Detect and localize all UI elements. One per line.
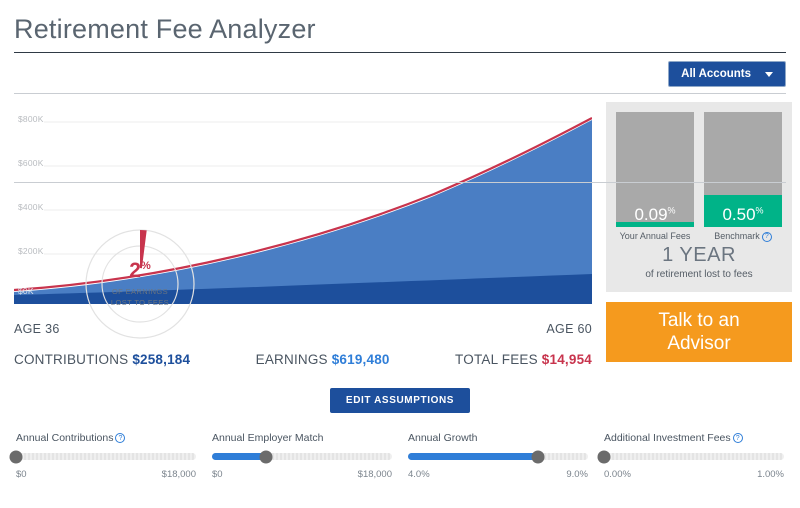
chevron-down-icon <box>765 71 773 77</box>
your-fees-caption: Your Annual Fees <box>619 231 691 241</box>
your-fees-column: 0.09% Your Annual Fees <box>616 112 694 242</box>
slider-min-label: 4.0% <box>408 469 430 480</box>
slider-thumb[interactable] <box>9 450 23 463</box>
slider-thumb[interactable] <box>531 450 545 463</box>
summary-metrics: CONTRIBUTIONS $258,184 EARNINGS $619,480… <box>14 352 592 367</box>
your-fees-bar: 0.09% <box>616 112 694 227</box>
slider-max-label: $18,000 <box>161 469 196 480</box>
y-axis-tick: $200K <box>18 246 44 256</box>
slider-max-label: $18,000 <box>357 469 392 480</box>
page-title: Retirement Fee Analyzer <box>14 14 316 44</box>
slider-annual-contributions: Annual Contributions? $0 $18,000 <box>8 432 204 480</box>
metric-earnings: EARNINGS $619,480 <box>255 352 390 367</box>
slider-track[interactable] <box>408 450 588 463</box>
y-axis-tick: $600K <box>18 158 44 168</box>
benchmark-bar: 0.50% <box>704 112 782 227</box>
slider-range: $0 $18,000 <box>16 469 196 480</box>
slider-thumb[interactable] <box>259 450 273 463</box>
slider-label: Annual Contributions? <box>16 432 196 444</box>
slider-track[interactable] <box>212 450 392 463</box>
metric-total-fees-value: $14,954 <box>541 352 592 367</box>
talk-to-advisor-button[interactable]: Talk to an Advisor <box>606 302 792 362</box>
metric-total-fees: TOTAL FEES $14,954 <box>455 352 592 367</box>
fee-subtext: of retirement lost to fees <box>645 269 753 280</box>
metric-earnings-value: $619,480 <box>331 352 390 367</box>
slider-min-label: $0 <box>16 469 27 480</box>
slider-additional-investment-fees: Additional Investment Fees? 0.00% 1.00% <box>596 432 792 480</box>
fee-headline: 1 YEAR <box>662 244 736 266</box>
age-axis-labels: AGE 36 AGE 60 <box>14 322 592 336</box>
slider-annual-employer-match: Annual Employer Match $0 $18,000 <box>204 432 400 480</box>
benchmark-help-icon[interactable]: ? <box>761 231 772 242</box>
benchmark-caption: Benchmark? <box>704 231 782 242</box>
donut-caption: OF EARNINGS LOST TO FEES <box>110 287 170 307</box>
advisor-button-text: Talk to an Advisor <box>658 310 740 354</box>
donut-percent: 2% <box>129 259 151 282</box>
fee-bars: 0.09% Your Annual Fees 0.50% Benchmark? <box>616 112 782 242</box>
slider-range: 0.00% 1.00% <box>604 469 784 480</box>
main-content: $800K $600K $400K $200K $0K 2% OF EARNIN… <box>0 94 800 384</box>
slider-label: Additional Investment Fees? <box>604 432 784 444</box>
y-axis-tick: $0K <box>18 286 34 296</box>
slider-label: Annual Growth <box>408 432 478 444</box>
slider-max-label: 1.00% <box>757 469 784 480</box>
fee-comparison-panel: 0.09% Your Annual Fees 0.50% Benchmark? … <box>606 102 792 292</box>
annual-contributions-help-icon[interactable]: ? <box>115 433 126 444</box>
slider-fill <box>408 453 538 460</box>
all-accounts-label: All Accounts <box>681 68 751 80</box>
slider-track[interactable] <box>597 450 784 463</box>
retirement-fee-analyzer-page: Retirement Fee Analyzer All Accounts $80… <box>0 0 800 508</box>
slider-annual-growth: Annual Growth 4.0% 9.0% <box>400 432 596 480</box>
slider-track[interactable] <box>9 450 196 463</box>
metric-contributions-value: $258,184 <box>132 352 191 367</box>
slider-thumb[interactable] <box>597 450 611 463</box>
y-axis-tick: $400K <box>18 202 44 212</box>
edit-assumptions-button[interactable]: EDIT ASSUMPTIONS <box>329 388 471 413</box>
age-start-label: AGE 36 <box>14 322 60 336</box>
slider-range: $0 $18,000 <box>212 469 392 480</box>
slider-min-label: 0.00% <box>604 469 631 480</box>
slider-range: 4.0% 9.0% <box>408 469 588 480</box>
slider-fill <box>212 453 266 460</box>
page-header: Retirement Fee Analyzer <box>0 0 800 48</box>
slider-max-label: 9.0% <box>566 469 588 480</box>
age-end-label: AGE 60 <box>546 322 592 336</box>
benchmark-value: 0.50% <box>722 205 764 225</box>
all-accounts-dropdown[interactable]: All Accounts <box>668 61 786 87</box>
assumption-sliders: Annual Contributions? $0 $18,000 Annual … <box>0 432 800 480</box>
edit-assumptions-wrap: EDIT ASSUMPTIONS <box>0 388 800 413</box>
additional-fees-help-icon[interactable]: ? <box>732 433 743 444</box>
metric-contributions: CONTRIBUTIONS $258,184 <box>14 352 191 367</box>
your-fees-value: 0.09% <box>634 205 676 225</box>
assumptions-divider <box>14 182 786 183</box>
y-axis-tick: $800K <box>18 114 44 124</box>
benchmark-column: 0.50% Benchmark? <box>704 112 782 242</box>
slider-label: Annual Employer Match <box>212 432 324 444</box>
slider-min-label: $0 <box>212 469 223 480</box>
account-toolbar: All Accounts <box>0 53 800 93</box>
